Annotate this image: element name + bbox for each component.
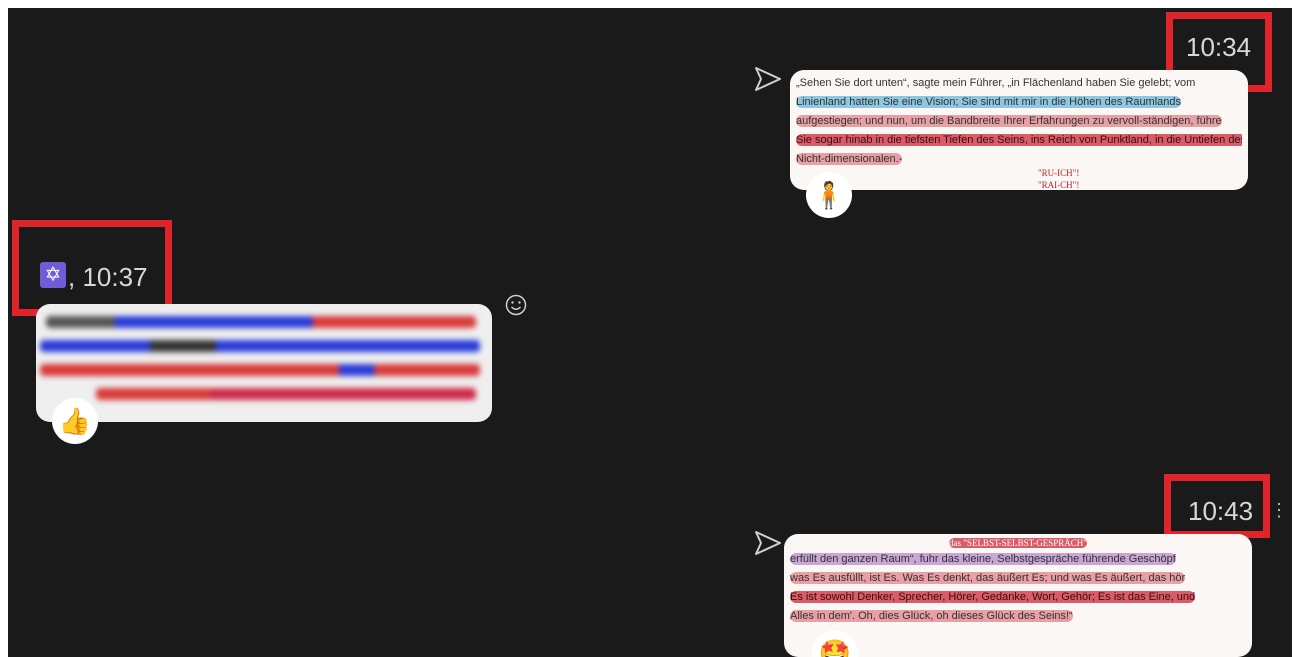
message-line: aufgestiegen; und nun, um die Bandbreite… <box>796 115 1222 127</box>
star-of-david-icon: ✡ <box>40 262 66 288</box>
message-bubble-image[interactable]: „Sehen Sie dort unten“, sagte mein Führe… <box>790 70 1248 190</box>
annotation: "RAI-CH"! <box>1038 180 1080 190</box>
message-line: erfüllt den ganzen Raum“, fuhr das klein… <box>790 553 1176 565</box>
chat-pane: 10:34 „Sehen Sie dort unten“, sagte mein… <box>8 8 1292 657</box>
emoji-react-icon[interactable] <box>505 294 527 316</box>
more-options-icon[interactable]: ⋮ <box>1270 500 1288 521</box>
message-line: Linienland hatten Sie eine Vision; Sie s… <box>796 96 1182 108</box>
message-line: Nicht-dimensionalen.- <box>796 153 903 165</box>
message-line: Sie sogar hinab in die tiefsten Tiefen d… <box>796 131 1242 150</box>
message-bubble-image[interactable]: das "SELBST-SELBST-GESPRÄCH" erfüllt den… <box>784 534 1252 657</box>
message-line: Alles in dem'. Oh, dies Glück, oh dieses… <box>790 610 1073 622</box>
message-bubble-image[interactable] <box>36 304 492 422</box>
reaction-badge[interactable]: 🧍 <box>806 172 852 218</box>
message-line: was Es ausfüllt, ist Es. Was Es denkt, d… <box>790 572 1186 584</box>
forward-icon[interactable] <box>754 530 782 556</box>
highlight-box <box>1164 474 1270 538</box>
reaction-badge[interactable]: 👍 <box>52 398 98 444</box>
message-timestamp: , 10:37 <box>68 262 148 292</box>
message-line: „Sehen Sie dort unten“, sagte mein Führe… <box>796 77 1196 89</box>
message-line: Es ist sowohl Denker, Sprecher, Hörer, G… <box>790 591 1196 603</box>
forward-icon[interactable] <box>754 66 782 92</box>
annotation: das "SELBST-SELBST-GESPRÄCH" <box>949 538 1087 548</box>
